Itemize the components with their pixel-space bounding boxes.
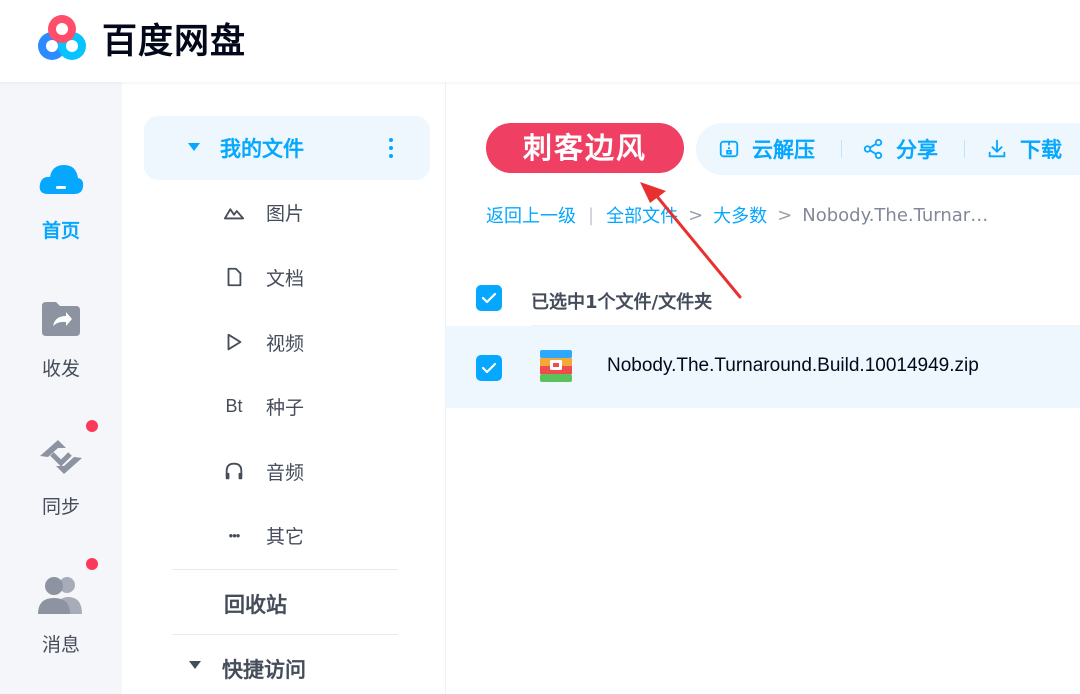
app-title: 百度网盘 — [102, 21, 247, 62]
download-button[interactable]: 下载 — [986, 123, 1062, 175]
file-category-nav: 我的文件 图片 文档 视频 Bt 种子 音频 ••• 其它 回收站 快捷访问 — [122, 82, 446, 694]
more-vertical-icon[interactable] — [388, 138, 394, 158]
more-icon: ••• — [228, 527, 241, 543]
share-folder-icon — [36, 294, 86, 344]
torrent-icon: Bt — [225, 395, 243, 416]
headphones-icon — [222, 459, 246, 483]
users-icon — [36, 558, 98, 620]
nav-item-label: 种子 — [266, 396, 305, 419]
toolbar-separator — [964, 140, 965, 158]
notification-badge — [86, 558, 98, 570]
top-bar: 百度网盘 — [0, 0, 1080, 82]
toolbar-separator — [841, 140, 842, 158]
breadcrumb-folder[interactable]: 大多数 — [713, 202, 767, 228]
unzip-icon — [719, 140, 739, 158]
divider — [172, 634, 398, 635]
file-row[interactable]: Nobody.The.Turnaround.Build.10014949.zip — [446, 326, 1080, 408]
select-all-checkbox[interactable] — [476, 285, 502, 311]
share-button[interactable]: 分享 — [862, 123, 938, 175]
breadcrumb-current: Nobody.The.Turnar… — [802, 204, 989, 226]
document-icon — [222, 265, 246, 289]
checkmark-icon — [481, 292, 497, 304]
selection-count-text: 已选中1个文件/文件夹 — [531, 292, 713, 313]
download-icon — [988, 139, 1006, 158]
checkmark-icon — [481, 362, 497, 374]
download-label: 下载 — [1020, 138, 1062, 162]
breadcrumb: 返回上一级 | 全部文件 > 大多数 > Nobody.The.Turnar… — [486, 202, 988, 228]
breadcrumb-all-files[interactable]: 全部文件 — [606, 202, 678, 228]
nav-item-label: 视频 — [266, 332, 305, 355]
share-label: 分享 — [896, 138, 938, 162]
file-checkbox[interactable] — [476, 355, 502, 381]
rail-label: 收发 — [41, 358, 80, 380]
rail-item-sync[interactable]: 同步 — [0, 420, 122, 519]
cloud-unzip-button[interactable]: 云解压 — [718, 123, 815, 175]
sync-icon — [36, 420, 98, 482]
caret-down-icon[interactable] — [189, 661, 201, 669]
watermark-badge: 刺客边风 — [486, 123, 684, 173]
share-icon — [863, 138, 883, 160]
selection-header: 已选中1个文件/文件夹 — [446, 268, 1080, 326]
rail-item-home[interactable]: 首页 — [0, 156, 122, 243]
nav-item-label: 图片 — [266, 202, 305, 225]
caret-down-icon[interactable] — [188, 143, 200, 151]
chevron-right-icon: > — [777, 204, 793, 226]
rail-label: 消息 — [41, 634, 80, 656]
rail-label: 首页 — [41, 220, 80, 242]
video-icon — [222, 330, 246, 354]
baidu-netdisk-logo-icon — [38, 15, 86, 60]
nav-my-files[interactable]: 我的文件 — [144, 116, 430, 180]
zip-archive-icon — [540, 350, 572, 382]
rail-label: 同步 — [41, 496, 80, 518]
notification-badge — [86, 420, 98, 432]
left-rail: 首页 收发 同步 消息 — [0, 82, 122, 694]
cloud-unzip-label: 云解压 — [752, 138, 815, 162]
file-name[interactable]: Nobody.The.Turnaround.Build.10014949.zip — [607, 355, 979, 377]
app-logo[interactable]: 百度网盘 — [32, 12, 246, 64]
nav-quick-access[interactable]: 快捷访问 — [222, 654, 306, 684]
nav-my-files-label: 我的文件 — [220, 137, 304, 161]
rail-item-messages[interactable]: 消息 — [0, 558, 122, 657]
rail-item-send[interactable]: 收发 — [0, 294, 122, 381]
main-panel: 刺客边风 云解压 分享 下载 返回上一级 | 全部文件 > 大多数 > Nobo… — [446, 82, 1080, 694]
image-icon — [222, 200, 246, 224]
divider — [172, 569, 398, 570]
breadcrumb-back-link[interactable]: 返回上一级 — [486, 202, 576, 228]
nav-item-label: 其它 — [266, 525, 305, 548]
nav-item-label: 音频 — [266, 461, 305, 484]
cloud-home-icon — [36, 156, 86, 206]
nav-recycle-bin[interactable]: 回收站 — [224, 589, 287, 619]
chevron-right-icon: > — [688, 204, 704, 226]
nav-item-label: 文档 — [266, 267, 305, 290]
file-toolbar: 云解压 分享 下载 — [696, 123, 1080, 175]
breadcrumb-separator: | — [588, 204, 595, 226]
